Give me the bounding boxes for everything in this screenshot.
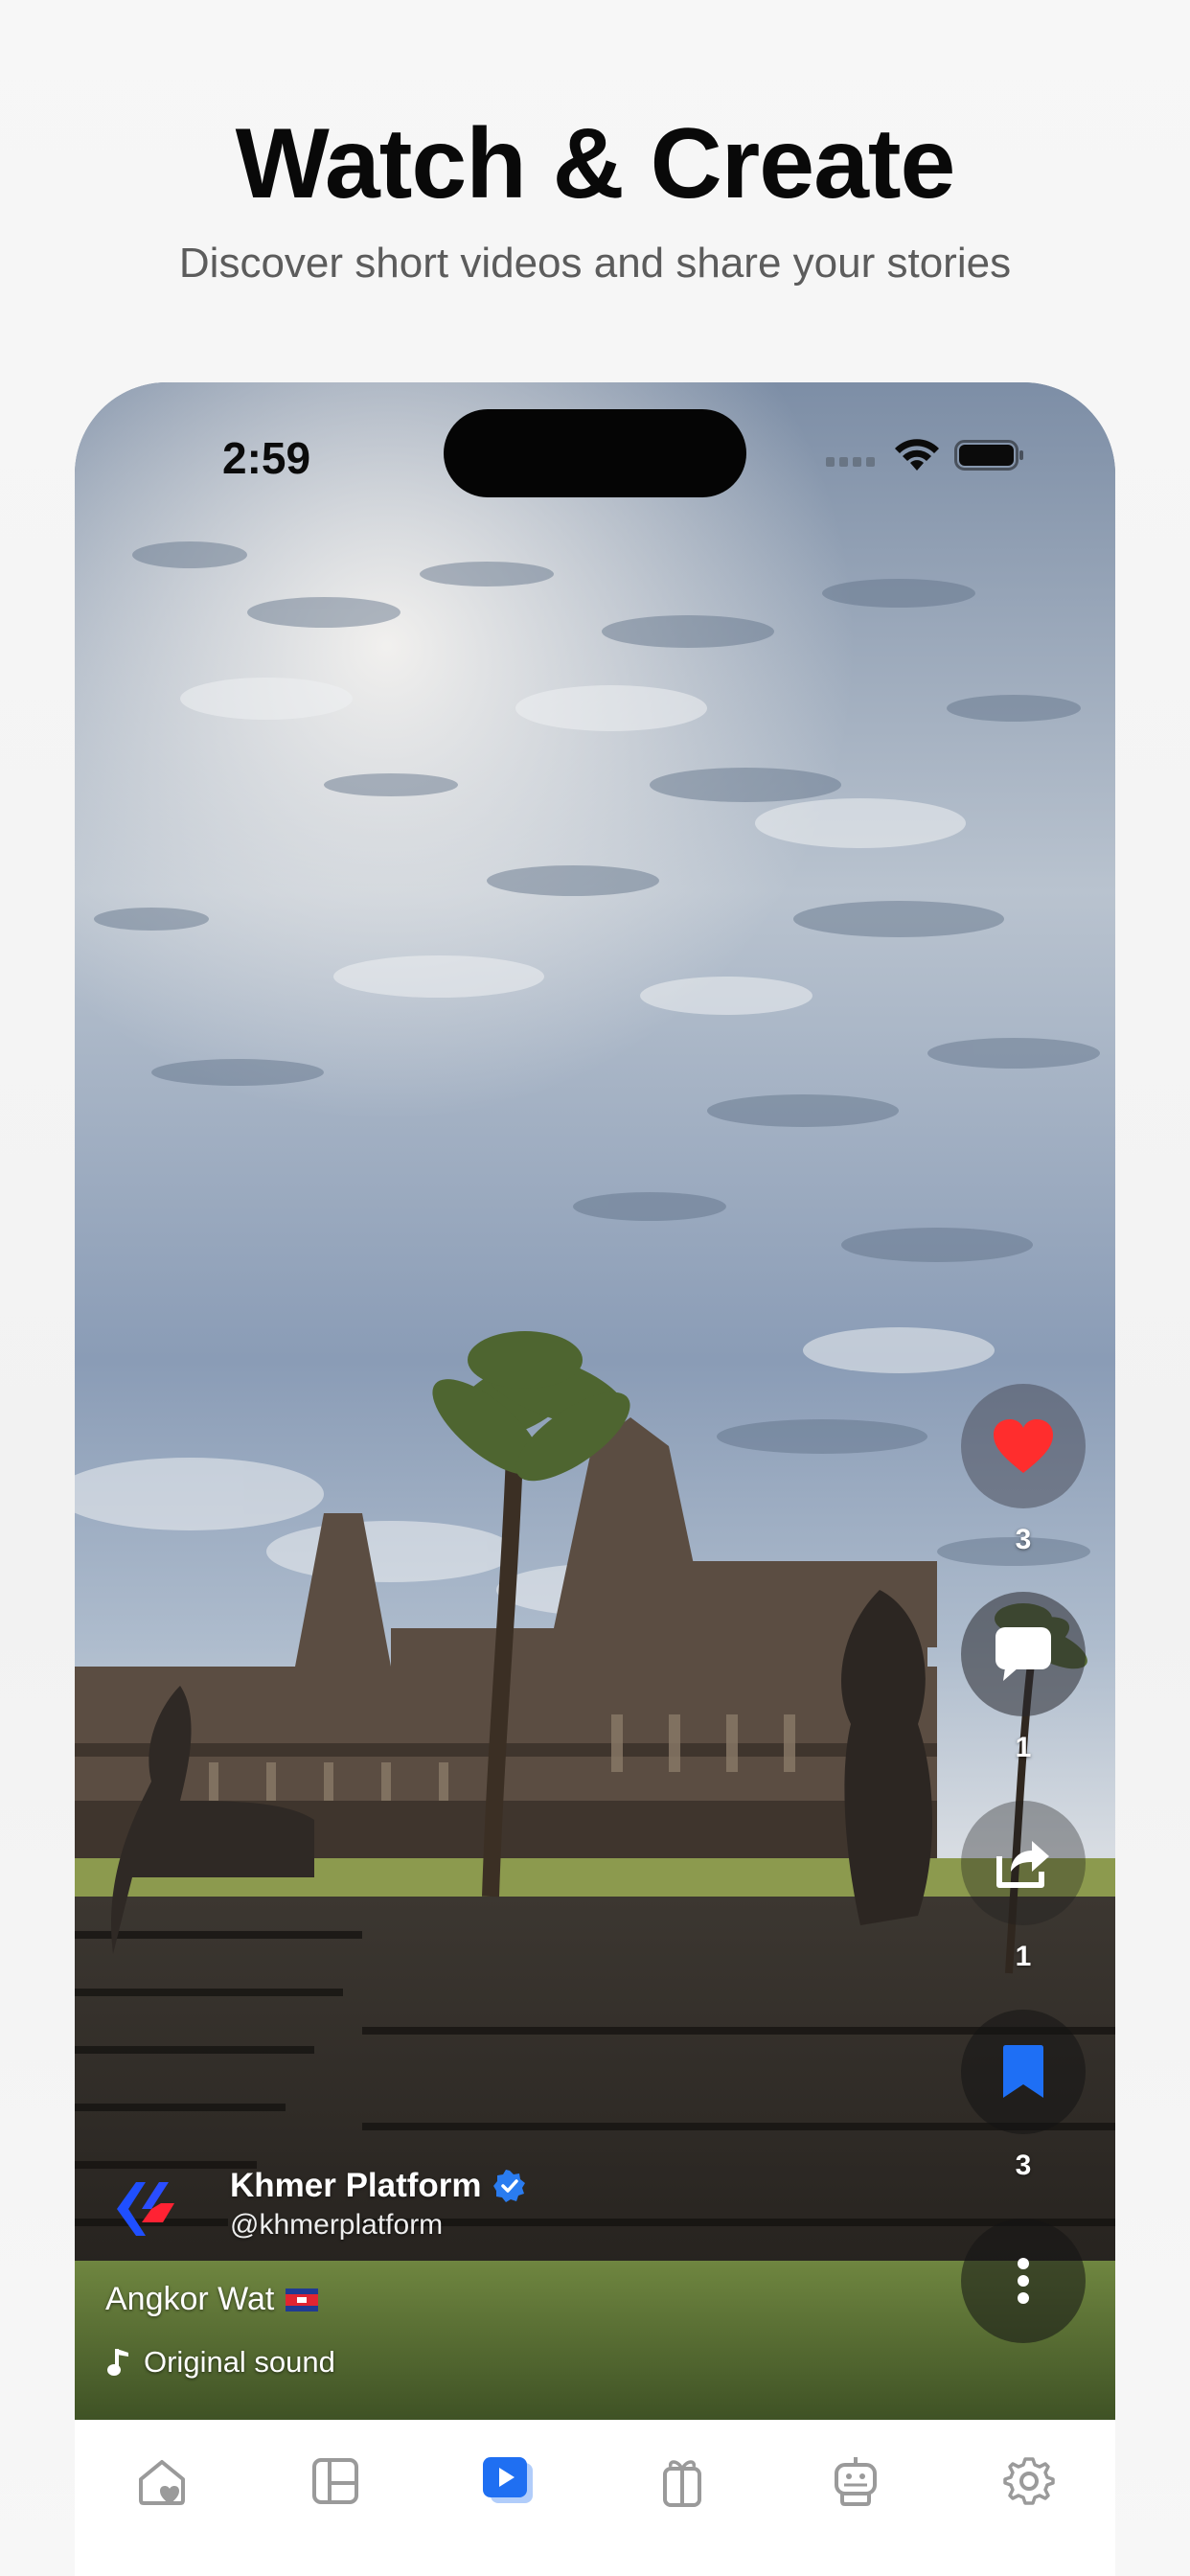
cambodia-flag-icon [286,2288,319,2312]
dynamic-island [444,409,746,497]
gift-icon [662,2460,701,2507]
page: Watch & Create Discover short videos and… [0,0,1190,2576]
heart-icon [994,1419,1053,1473]
battery-icon [954,440,1023,471]
robot-icon [834,2457,877,2506]
tab-layout[interactable] [307,2452,364,2510]
video-play-icon [482,2457,533,2503]
more-button[interactable] [961,2219,1086,2343]
signal-icon [826,457,875,467]
video-caption: Angkor Wat [105,2281,319,2318]
share-count: 1 [1015,1941,1032,1972]
comment-count: 1 [1015,1732,1032,1763]
verified-icon [492,2170,525,2202]
creator-text: Khmer Platform @khmerplatform [230,2167,526,2242]
video-frame[interactable] [75,382,1115,2420]
share-action: 1 [961,1801,1086,1973]
tab-gifts[interactable] [653,2452,711,2510]
page-title: Watch & Create [235,108,956,219]
music-note-icon [107,2349,128,2376]
save-action: 3 [961,2010,1086,2182]
tab-home[interactable] [133,2452,191,2510]
comment-icon [995,1627,1051,1681]
creator-info[interactable]: Khmer Platform @khmerplatform [103,2161,526,2247]
creator-name-row: Khmer Platform [230,2167,526,2205]
like-button[interactable] [961,1384,1086,1508]
caption-text: Angkor Wat [105,2281,275,2317]
sound-label: Original sound [144,2345,335,2379]
status-time: 2:59 [222,433,311,483]
phone-mockup: 2:59 3 1 1 3 Khmer Platform @khmerplatfo… [75,382,1115,2420]
page-subtitle: Discover short videos and share your sto… [178,240,1012,287]
tab-bar [75,2420,1115,2576]
wifi-icon [895,439,939,471]
creator-name[interactable]: Khmer Platform [230,2167,482,2205]
like-action: 3 [961,1384,1086,1556]
like-count: 3 [1015,1524,1032,1555]
more-vertical-icon [1018,2258,1029,2304]
bookmark-icon [1003,2045,1043,2098]
tab-videos[interactable] [480,2452,538,2510]
home-heart-icon [138,2460,185,2505]
comment-action: 1 [961,1592,1086,1764]
save-count: 3 [1015,2150,1032,2181]
tab-assistant[interactable] [827,2452,884,2510]
save-button[interactable] [961,2010,1086,2134]
settings-icon [1002,2457,1055,2505]
status-icons [826,438,1025,472]
share-button[interactable] [961,1801,1086,1925]
share-icon [996,1841,1049,1888]
creator-logo[interactable] [103,2161,190,2247]
creator-handle[interactable]: @khmerplatform [230,2209,526,2242]
layout-icon [311,2458,358,2504]
more-action [961,2219,1086,2343]
tab-settings[interactable] [1000,2452,1058,2510]
comment-button[interactable] [961,1592,1086,1716]
sound-info[interactable]: Original sound [107,2345,335,2380]
